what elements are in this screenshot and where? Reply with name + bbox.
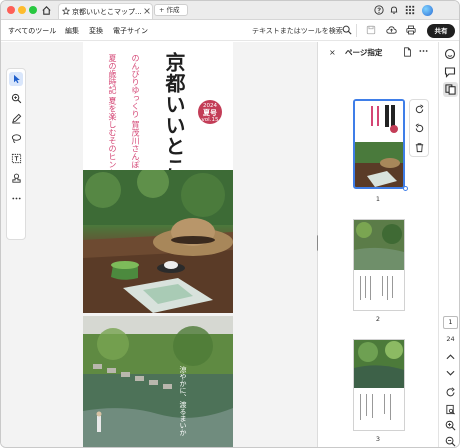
zoom-out-icon[interactable] bbox=[445, 436, 456, 447]
river-photo-illustration bbox=[83, 316, 233, 447]
panel-title: ページ指定 bbox=[345, 48, 383, 57]
cover-subtitle-2: 夏の歳時記 夏を楽しむそのヒント bbox=[108, 54, 117, 177]
bell-icon[interactable] bbox=[389, 5, 399, 15]
stamp-icon[interactable] bbox=[11, 173, 22, 184]
tab-title: 京都いいとこマップ... bbox=[72, 8, 142, 16]
zoom-in-icon[interactable] bbox=[445, 420, 456, 431]
text-box-icon[interactable] bbox=[11, 153, 22, 164]
rotate-counterclockwise-icon[interactable] bbox=[414, 123, 425, 134]
comment-icon[interactable] bbox=[444, 66, 456, 78]
more-tools-icon[interactable] bbox=[11, 193, 22, 204]
pen-icon[interactable] bbox=[11, 113, 22, 124]
share-button[interactable]: 共有 bbox=[427, 24, 455, 38]
page-thumbnail-2[interactable] bbox=[353, 219, 405, 311]
more-options-icon[interactable] bbox=[419, 49, 428, 53]
river-photo: 涼やかに、渡るまいか bbox=[83, 316, 233, 447]
thumbnail-2-preview bbox=[354, 220, 404, 310]
cover-photo bbox=[83, 170, 233, 313]
refresh-icon[interactable] bbox=[445, 387, 456, 398]
organize-pages-button[interactable] bbox=[443, 82, 458, 97]
fit-page-icon[interactable] bbox=[445, 404, 456, 415]
chevron-up-icon[interactable] bbox=[446, 354, 455, 360]
star-icon[interactable] bbox=[62, 7, 70, 15]
home-icon[interactable] bbox=[41, 5, 52, 16]
document-page-1[interactable]: 京都いいとこマップ のんびりゆっくり 賀茂川さんぽ 夏の歳時記 夏を楽しむそのヒ… bbox=[83, 42, 233, 313]
cursor-icon bbox=[14, 74, 20, 84]
cloud-upload-icon[interactable] bbox=[386, 25, 397, 35]
close-icon[interactable] bbox=[144, 8, 150, 14]
insert-page-icon[interactable] bbox=[403, 47, 412, 57]
menu-bar: すべてのツール 編集 変換 電子サイン テキストまたはツールを検索 共有 bbox=[1, 21, 459, 41]
chevron-down-icon[interactable] bbox=[446, 370, 455, 376]
select-tool-button[interactable] bbox=[9, 72, 23, 86]
new-tab-button[interactable]: + 作成 bbox=[154, 4, 188, 16]
badge-volume: vol.15 bbox=[201, 117, 219, 123]
menu-e-sign[interactable]: 電子サイン bbox=[113, 26, 148, 36]
thumbnail-insert-handle[interactable] bbox=[403, 186, 408, 191]
search-icon[interactable] bbox=[342, 25, 352, 35]
delete-icon[interactable] bbox=[414, 142, 425, 153]
organize-pages-panel: × ページ指定 1 2 3 bbox=[318, 42, 438, 447]
thumbnail-3-label: 3 bbox=[375, 435, 381, 443]
page-thumbnail-1[interactable] bbox=[353, 99, 405, 189]
menu-divider bbox=[356, 24, 357, 37]
issue-badge: 2024 夏号 vol.15 bbox=[198, 100, 222, 124]
badge-season: 夏号 bbox=[203, 109, 217, 117]
tab-document[interactable]: 京都いいとこマップ... bbox=[58, 3, 153, 19]
cover-photo-illustration bbox=[83, 170, 233, 313]
zoom-window-button[interactable] bbox=[29, 6, 37, 14]
new-tab-label: 作成 bbox=[166, 6, 180, 14]
close-window-button[interactable] bbox=[7, 6, 15, 14]
apps-grid-icon[interactable] bbox=[405, 5, 415, 15]
cover-subtitle-1: のんびりゆっくり 賀茂川さんぽ bbox=[131, 54, 140, 169]
menu-all-tools[interactable]: すべてのツール bbox=[8, 26, 56, 36]
search-input[interactable]: テキストまたはツールを検索 bbox=[252, 26, 343, 36]
panel-close-button[interactable]: × bbox=[329, 48, 336, 57]
save-icon[interactable] bbox=[366, 25, 376, 35]
lasso-icon[interactable] bbox=[11, 133, 22, 144]
document-canvas[interactable]: 京都いいとこマップ のんびりゆっくり 賀茂川さんぽ 夏の歳時記 夏を楽しむそのヒ… bbox=[1, 42, 317, 447]
title-bar: 京都いいとこマップ... + 作成 bbox=[1, 1, 459, 20]
menu-convert[interactable]: 変換 bbox=[89, 26, 103, 36]
page-thumbnail-3[interactable] bbox=[353, 339, 405, 431]
total-pages: 24 bbox=[446, 335, 455, 343]
thumbnail-2-label: 2 bbox=[375, 315, 381, 323]
quick-tools-toolbar bbox=[6, 68, 26, 240]
app-window: 京都いいとこマップ... + 作成 すべてのツール 編集 変換 電子サイン テキ… bbox=[0, 0, 460, 448]
right-sidebar: 1 24 bbox=[438, 42, 459, 447]
document-page-2[interactable]: 涼やかに、渡るまいか bbox=[83, 316, 233, 447]
avatar[interactable] bbox=[422, 5, 433, 16]
print-icon[interactable] bbox=[406, 25, 416, 35]
thumbnail-3-preview bbox=[354, 340, 404, 430]
page2-caption: 涼やかに、渡るまいか bbox=[179, 366, 187, 436]
help-icon[interactable] bbox=[374, 5, 384, 15]
thumbnail-1-label: 1 bbox=[375, 195, 381, 203]
current-page-input[interactable]: 1 bbox=[443, 316, 458, 329]
rotate-clockwise-icon[interactable] bbox=[414, 104, 425, 115]
thumbnail-actions bbox=[409, 99, 429, 157]
thumbnail-1-preview bbox=[355, 101, 403, 187]
zoom-tool-icon[interactable] bbox=[11, 93, 22, 104]
minimize-window-button[interactable] bbox=[18, 6, 26, 14]
ai-assistant-icon[interactable] bbox=[444, 48, 456, 60]
pages-icon bbox=[445, 84, 456, 95]
menu-edit[interactable]: 編集 bbox=[65, 26, 79, 36]
